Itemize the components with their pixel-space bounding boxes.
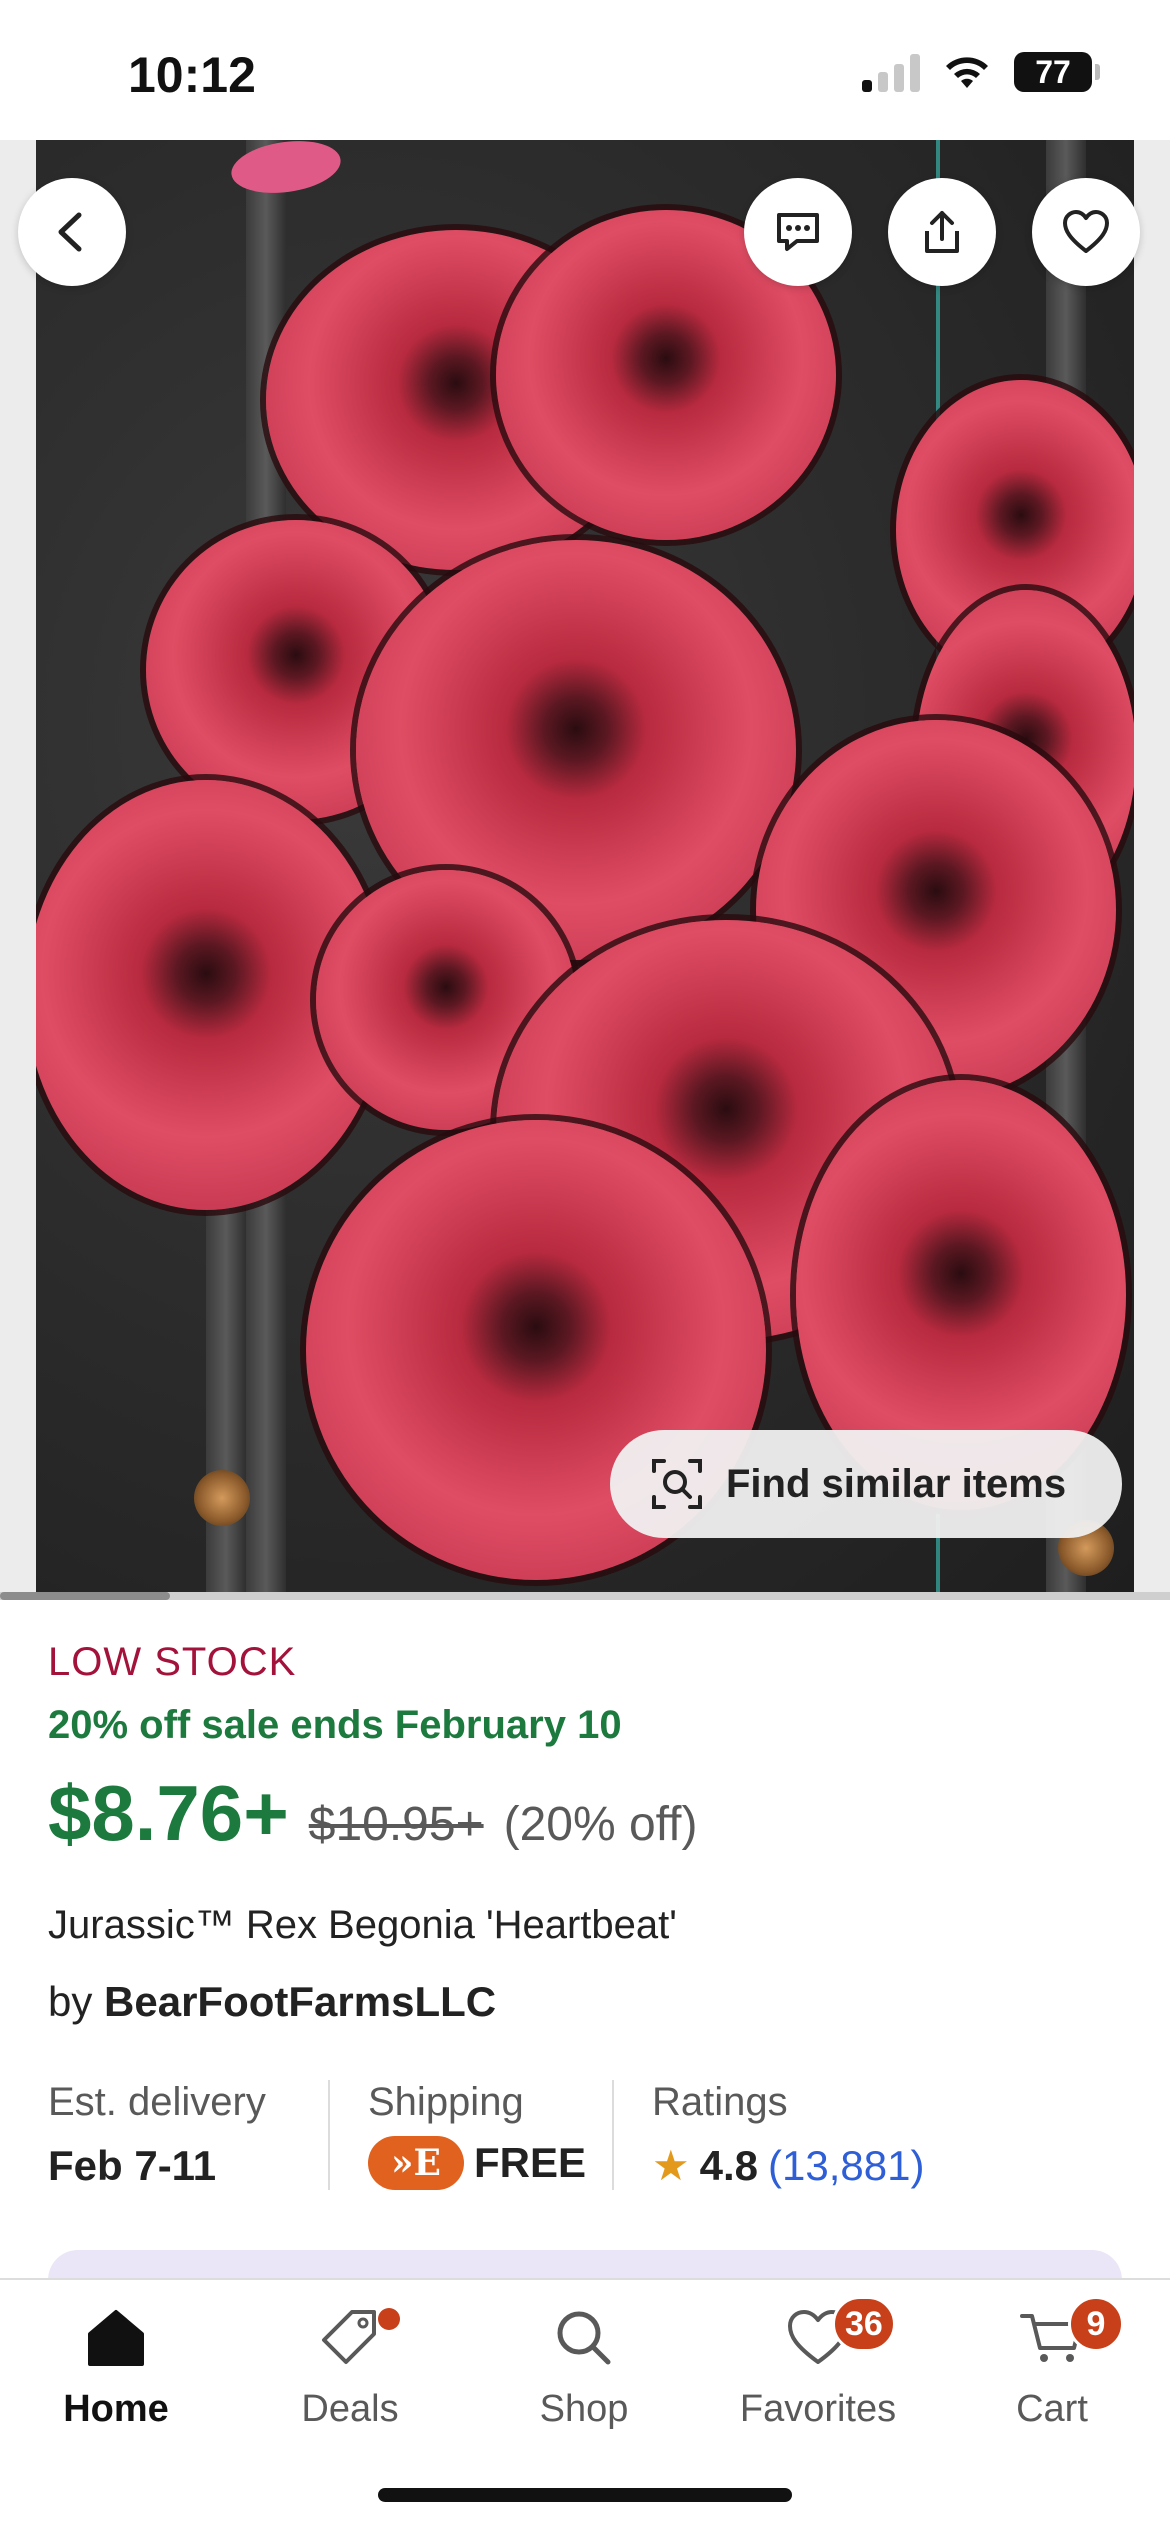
shipping-label: Shipping [368, 2080, 524, 2124]
ratings-label: Ratings [652, 2080, 788, 2124]
product-photo[interactable] [36, 140, 1134, 1600]
back-icon [58, 212, 82, 252]
status-time: 10:12 [128, 47, 256, 103]
nav-favorites-label: Favorites [739, 2388, 897, 2430]
share-icon [925, 211, 959, 253]
home-icon [88, 2310, 144, 2366]
carousel-scrubber-thumb [0, 1592, 170, 1600]
nav-shop[interactable]: Shop [494, 2302, 674, 2431]
cart-count-badge: 9 [1068, 2296, 1124, 2352]
tag-icon [322, 2310, 376, 2364]
delivery-info[interactable]: Est. delivery Feb 7-11 [48, 2080, 330, 2190]
favorites-count-badge: 36 [832, 2296, 896, 2352]
battery-icon: 77 [1014, 52, 1100, 92]
nav-cart-label: Cart [1016, 2388, 1088, 2430]
shop-byline: by BearFootFarmsLLC [48, 1978, 1128, 2026]
shipping-value-row: »E FREE [368, 2136, 612, 2190]
delivery-value: Feb 7-11 [48, 2142, 217, 2189]
status-icons: 77 [862, 52, 1100, 92]
current-price: $8.76+ [48, 1769, 289, 1857]
battery-level: 77 [1035, 53, 1071, 90]
search-icon [557, 2311, 611, 2365]
favorite-button[interactable] [1032, 178, 1140, 286]
share-button[interactable] [888, 178, 996, 286]
deals-notification-dot [378, 2308, 400, 2330]
by-prefix: by [48, 1978, 93, 2025]
nav-favorites[interactable]: 36 Favorites [728, 2296, 908, 2431]
signal-icon [862, 52, 920, 92]
back-button[interactable] [18, 178, 126, 286]
find-similar-label: Find similar items [726, 1461, 1067, 1506]
product-info: LOW STOCK 20% off sale ends February 10 … [48, 1640, 1128, 2026]
product-title: Jurassic™ Rex Begonia 'Heartbeat' [48, 1903, 677, 1947]
price-row: $8.76+ $10.95+ (20% off) [48, 1768, 1128, 1859]
message-seller-button[interactable] [744, 178, 852, 286]
product-meta: Est. delivery Feb 7-11 Shipping »E FREE … [48, 2080, 1128, 2190]
visual-search-icon [652, 1459, 702, 1509]
sale-note: 20% off sale ends February 10 [48, 1703, 622, 1747]
nav-shop-label: Shop [539, 2388, 629, 2430]
rating-count-link[interactable]: (13,881) [768, 2142, 924, 2190]
home-indicator [378, 2488, 792, 2502]
nav-deals[interactable]: Deals [260, 2302, 440, 2431]
product-image-carousel[interactable] [0, 140, 1170, 1600]
shipping-info[interactable]: Shipping »E FREE [330, 2080, 614, 2190]
find-similar-button[interactable]: Find similar items [610, 1430, 1122, 1538]
rating-value: 4.8 [699, 2141, 759, 2189]
wifi-icon [946, 57, 988, 88]
original-price: $10.95+ [308, 1798, 484, 1851]
star-icon: ★ [652, 2142, 690, 2189]
free-shipping-badge-icon: »E [368, 2136, 464, 2190]
ratings-info[interactable]: Ratings ★ 4.8 (13,881) [614, 2080, 924, 2190]
shop-name-link[interactable]: BearFootFarmsLLC [104, 1978, 496, 2025]
nav-home[interactable]: Home [26, 2302, 206, 2431]
stock-status: LOW STOCK [48, 1640, 297, 1684]
discount-label: (20% off) [503, 1798, 698, 1851]
status-bar: 10:12 77 [0, 0, 1170, 140]
nav-cart[interactable]: 9 Cart [962, 2296, 1142, 2431]
nav-deals-label: Deals [301, 2388, 399, 2430]
shipping-value: FREE [474, 2139, 587, 2186]
nav-home-label: Home [63, 2388, 169, 2430]
message-icon [777, 213, 819, 251]
ratings-value-row: ★ 4.8 (13,881) [652, 2141, 924, 2190]
carousel-scrubber [0, 1592, 1170, 1600]
delivery-label: Est. delivery [48, 2080, 266, 2124]
heart-icon [1063, 210, 1109, 253]
